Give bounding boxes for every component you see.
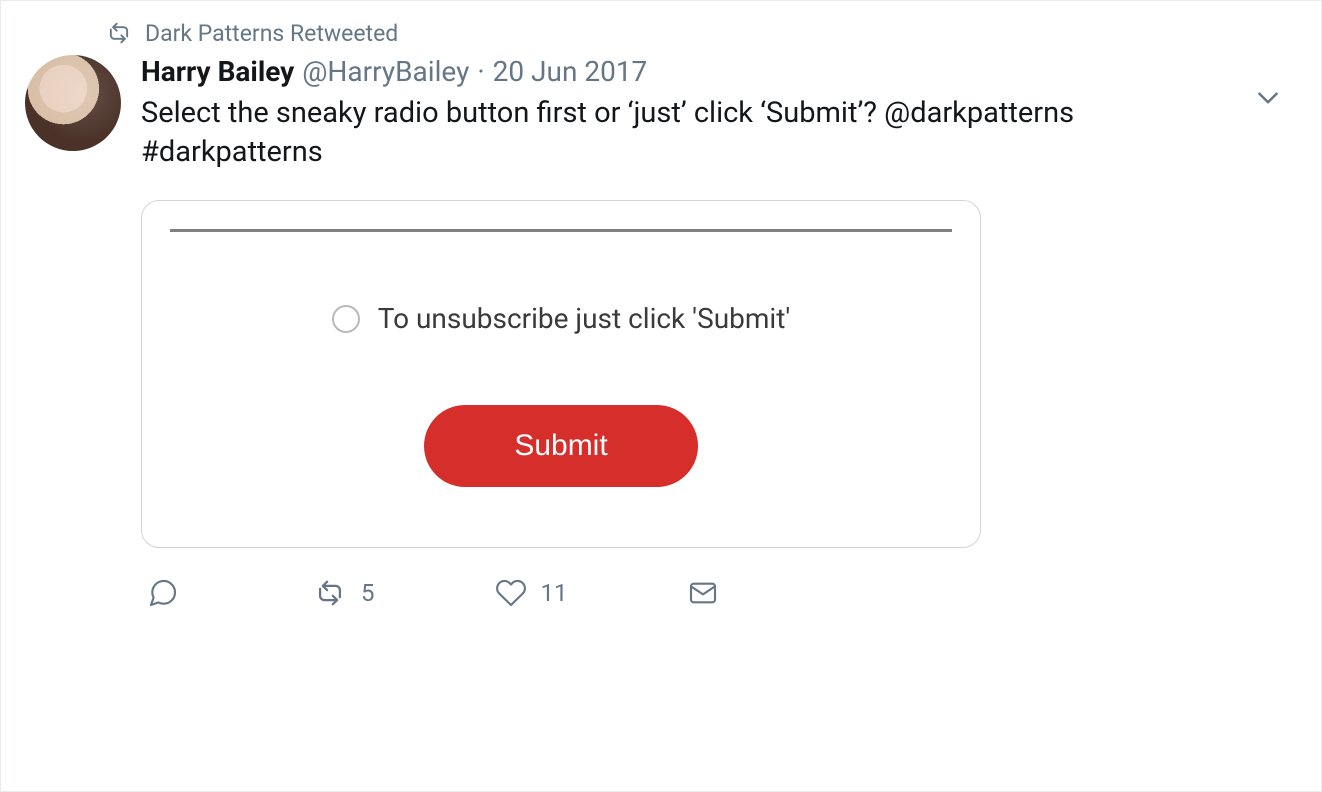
submit-button[interactable]: Submit	[424, 405, 697, 487]
retweet-context: Dark Patterns Retweeted	[105, 19, 1297, 47]
tweet-header: Harry Bailey @HarryBailey · 20 Jun 2017	[141, 55, 1297, 88]
chevron-down-icon[interactable]	[1251, 81, 1285, 115]
dm-button[interactable]	[687, 577, 719, 609]
tweet-actions: 5 11	[141, 576, 1297, 610]
author-name[interactable]: Harry Bailey	[141, 55, 294, 88]
unsubscribe-label: To unsubscribe just click 'Submit'	[378, 302, 791, 335]
retweet-icon	[105, 19, 133, 47]
retweet-count: 5	[361, 579, 375, 607]
envelope-icon	[687, 577, 719, 609]
retweet-button[interactable]: 5	[313, 576, 375, 610]
submit-wrap: Submit	[170, 405, 952, 487]
tweet-card: Dark Patterns Retweeted Harry Bailey @Ha…	[0, 0, 1322, 792]
separator: ·	[477, 55, 484, 88]
reply-icon	[147, 577, 179, 609]
avatar[interactable]	[25, 55, 121, 151]
timestamp[interactable]: 20 Jun 2017	[493, 55, 648, 88]
tweet-content: Harry Bailey @HarryBailey · 20 Jun 2017 …	[141, 55, 1297, 610]
embedded-image-card[interactable]: To unsubscribe just click 'Submit' Submi…	[141, 200, 981, 548]
like-count: 11	[541, 579, 568, 607]
tweet-text: Select the sneaky radio button first or …	[141, 94, 1201, 172]
heart-icon	[495, 577, 527, 609]
embedded-divider	[170, 229, 952, 232]
author-handle[interactable]: @HarryBailey	[302, 55, 469, 88]
unsubscribe-radio[interactable]	[332, 305, 360, 333]
retweet-action-icon	[313, 576, 347, 610]
retweet-label: Dark Patterns Retweeted	[145, 20, 398, 47]
unsubscribe-option: To unsubscribe just click 'Submit'	[170, 302, 952, 335]
reply-button[interactable]	[147, 577, 193, 609]
like-button[interactable]: 11	[495, 577, 568, 609]
tweet-main: Harry Bailey @HarryBailey · 20 Jun 2017 …	[25, 55, 1297, 610]
